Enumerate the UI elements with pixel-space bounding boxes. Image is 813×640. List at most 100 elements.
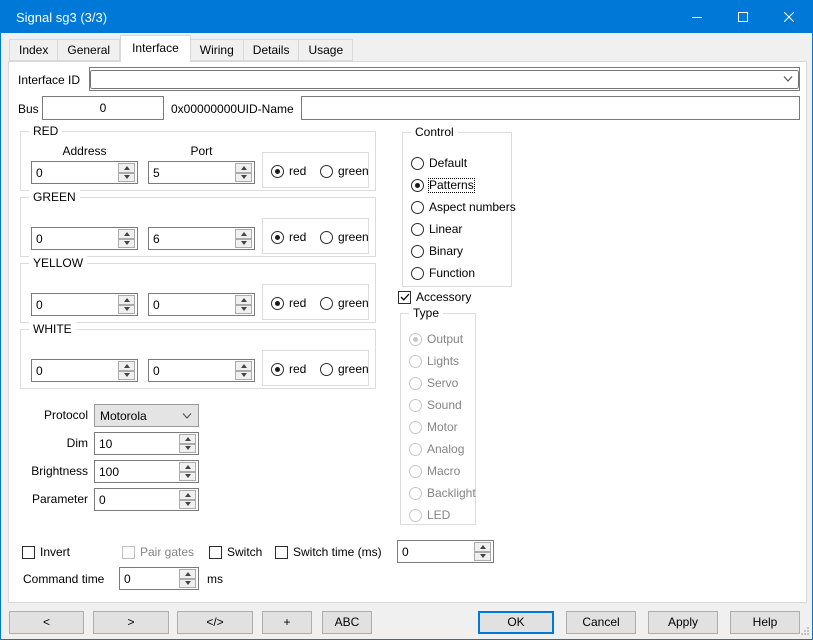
radio-function[interactable]: Function	[411, 266, 475, 280]
spin-down-button[interactable]	[179, 500, 196, 510]
spin-up-button[interactable]	[235, 361, 252, 371]
chevron-down-icon	[182, 412, 192, 420]
close-button[interactable]	[766, 1, 812, 33]
spin-down-button[interactable]	[118, 305, 135, 315]
signal-group-yellow: YELLOW red green	[20, 263, 376, 323]
spin-down-button[interactable]	[235, 305, 252, 315]
command-time-input[interactable]	[120, 568, 176, 589]
interface-id-label: Interface ID	[18, 73, 80, 87]
radio-indicator	[411, 201, 424, 214]
bus-field[interactable]	[42, 96, 164, 120]
red-port-spinner	[148, 161, 255, 184]
radio-label: Binary	[429, 245, 463, 258]
accessory-label: Accessory	[416, 291, 471, 304]
tab-index[interactable]: Index	[9, 39, 58, 61]
uid-name-field[interactable]	[301, 96, 800, 120]
triangle-down-icon	[124, 373, 130, 377]
red-port-input[interactable]	[149, 162, 232, 183]
spin-up-button[interactable]	[118, 295, 135, 305]
spin-down-button[interactable]	[179, 444, 196, 454]
white-address-input[interactable]	[32, 360, 115, 381]
spin-down-button[interactable]	[179, 472, 196, 482]
help-button[interactable]: Help	[730, 611, 800, 634]
next-button[interactable]: >	[93, 611, 169, 634]
resize-grip[interactable]	[801, 627, 809, 635]
spin-down-button[interactable]	[235, 239, 252, 249]
switch-checkbox[interactable]: Switch	[209, 545, 262, 559]
red-address-input[interactable]	[32, 162, 115, 183]
bus-input[interactable]	[43, 97, 163, 119]
spin-up-button[interactable]	[235, 163, 252, 173]
accessory-checkbox[interactable]: Accessory	[398, 290, 471, 304]
spin-up-button[interactable]	[235, 229, 252, 239]
spin-down-button[interactable]	[118, 173, 135, 183]
radio-indicator	[409, 421, 422, 434]
tab-usage[interactable]: Usage	[299, 39, 353, 61]
tab-general[interactable]: General	[58, 39, 120, 61]
triangle-down-icon	[185, 474, 191, 478]
white-port-input[interactable]	[149, 360, 232, 381]
switch-time-input[interactable]	[398, 541, 471, 562]
radio-patterns[interactable]: Patterns	[411, 178, 474, 192]
spin-down-button[interactable]	[179, 579, 196, 589]
radio-red[interactable]: red	[271, 230, 306, 244]
code-button[interactable]: </>	[177, 611, 253, 634]
spin-up-button[interactable]	[179, 490, 196, 500]
triangle-up-icon	[241, 232, 247, 236]
spin-up-button[interactable]	[474, 542, 491, 552]
radio-green[interactable]: green	[320, 164, 369, 178]
maximize-button[interactable]	[720, 1, 766, 33]
switch-time-checkbox[interactable]: Switch time (ms)	[275, 545, 382, 559]
spin-down-button[interactable]	[474, 552, 491, 562]
titlebar[interactable]: Signal sg3 (3/3)	[1, 1, 812, 33]
protocol-combobox[interactable]: Motorola	[94, 404, 199, 427]
tab-interface[interactable]: Interface	[120, 35, 191, 62]
spin-up-button[interactable]	[118, 361, 135, 371]
radio-red[interactable]: red	[271, 296, 306, 310]
spin-up-button[interactable]	[179, 569, 196, 579]
radio-green[interactable]: green	[320, 296, 369, 310]
parameter-input[interactable]	[95, 489, 176, 510]
uid-name-input[interactable]	[302, 97, 799, 119]
radio-linear[interactable]: Linear	[411, 222, 462, 236]
invert-checkbox[interactable]: Invert	[22, 545, 70, 559]
interface-id-input[interactable]	[90, 70, 799, 89]
triangle-up-icon	[185, 493, 191, 497]
radio-red[interactable]: red	[271, 362, 306, 376]
spin-up-button[interactable]	[118, 229, 135, 239]
spin-up-button[interactable]	[118, 163, 135, 173]
cancel-button[interactable]: Cancel	[566, 611, 636, 634]
spin-up-button[interactable]	[179, 434, 196, 444]
spin-down-button[interactable]	[118, 239, 135, 249]
spin-down-button[interactable]	[235, 173, 252, 183]
interface-id-combobox[interactable]	[89, 67, 800, 91]
dim-input[interactable]	[95, 433, 176, 454]
radio-red[interactable]: red	[271, 164, 306, 178]
radio-aspect-numbers[interactable]: Aspect numbers	[411, 200, 516, 214]
green-port-input[interactable]	[149, 228, 232, 249]
radio-binary[interactable]: Binary	[411, 244, 463, 258]
spin-down-button[interactable]	[235, 371, 252, 381]
yellow-port-input[interactable]	[149, 294, 232, 315]
group-title-green: GREEN	[29, 190, 80, 204]
spin-up-button[interactable]	[179, 462, 196, 472]
brightness-input[interactable]	[95, 461, 176, 482]
abc-button[interactable]: ABC	[322, 611, 372, 634]
tab-details[interactable]: Details	[244, 39, 300, 61]
prev-button[interactable]: <	[9, 611, 84, 634]
radio-indicator	[409, 399, 422, 412]
green-address-input[interactable]	[32, 228, 115, 249]
spin-down-button[interactable]	[118, 371, 135, 381]
yellow-address-input[interactable]	[32, 294, 115, 315]
radio-green[interactable]: green	[320, 230, 369, 244]
add-button[interactable]: +	[262, 611, 312, 634]
radio-default[interactable]: Default	[411, 156, 467, 170]
spin-up-button[interactable]	[235, 295, 252, 305]
ok-button[interactable]: OK	[478, 611, 554, 634]
radio-indicator	[409, 333, 422, 346]
tab-wiring[interactable]: Wiring	[191, 39, 244, 61]
triangle-down-icon	[480, 554, 486, 558]
apply-button[interactable]: Apply	[648, 611, 718, 634]
radio-green[interactable]: green	[320, 362, 369, 376]
minimize-button[interactable]	[674, 1, 720, 33]
